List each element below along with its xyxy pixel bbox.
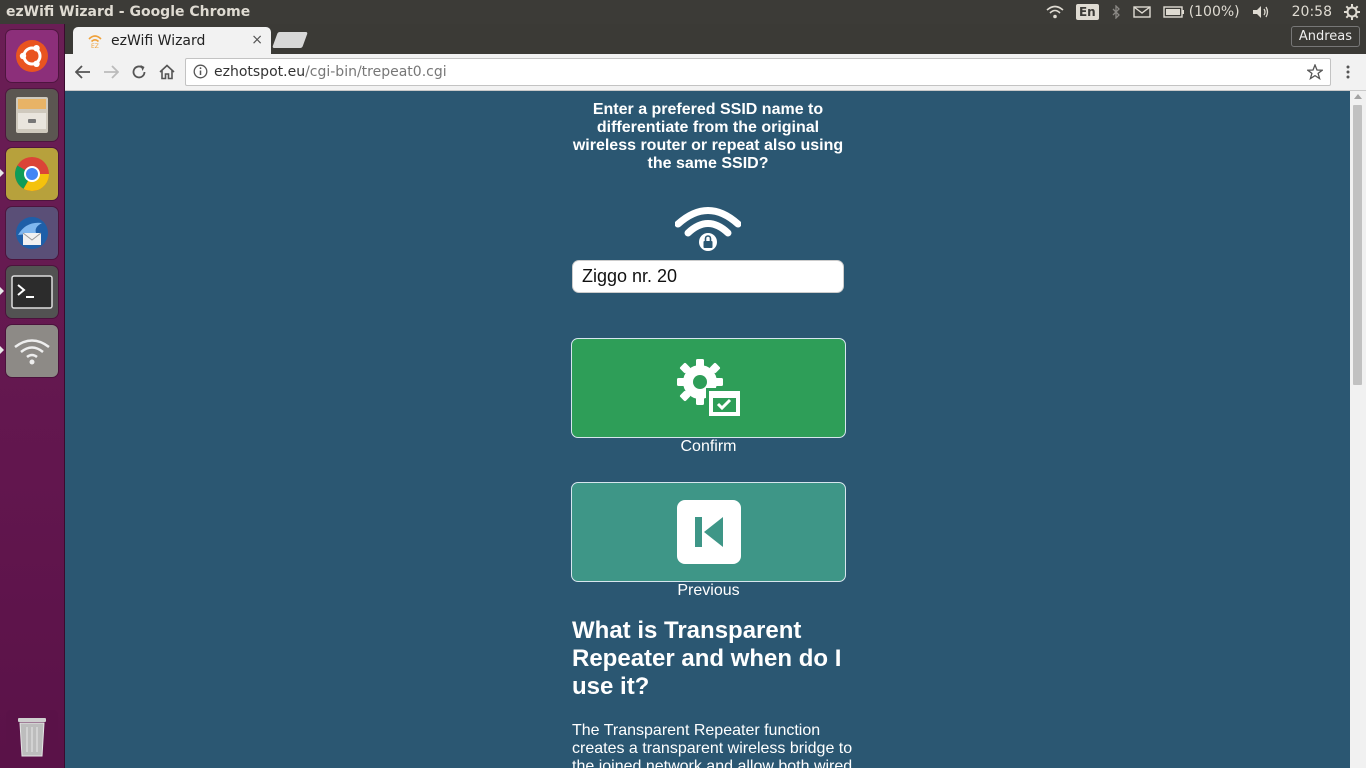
tab-strip: EZ ezWifi Wizard × Andreas [65,24,1366,54]
settings-confirm-icon [676,359,741,417]
browser-toolbar: ezhotspot.eu/cgi-bin/trepeat0.cgi [65,54,1366,91]
svg-text:EZ: EZ [91,43,99,49]
previous-button[interactable] [571,482,846,582]
launcher-chrome[interactable] [6,148,58,200]
favicon-wifi-icon: EZ [88,35,102,49]
confirm-button[interactable] [571,338,846,438]
tab-ezwifi[interactable]: EZ ezWifi Wizard × [73,27,271,54]
url-path: /cgi-bin/trepeat0.cgi [305,64,447,80]
battery-icon [1162,6,1184,18]
tab-close-icon[interactable]: × [251,32,263,48]
terminal-icon [11,275,53,309]
confirm-label: Confirm [680,438,737,455]
launcher-running-pip-2 [0,346,4,354]
launcher-network[interactable] [6,325,58,377]
ssid-input[interactable] [572,260,844,293]
forward-arrow-icon[interactable] [101,62,121,82]
trash-icon [18,718,46,757]
volume-icon[interactable] [1252,5,1270,19]
home-icon[interactable] [157,62,177,82]
chrome-menu-icon[interactable] [1338,62,1358,82]
url-host: ezhotspot.eu [214,64,306,80]
new-tab-button[interactable] [272,32,308,48]
thunderbird-icon [16,217,48,249]
faq-body: The Transparent Repeater function create… [572,722,853,768]
power-gear-icon[interactable] [1344,4,1360,20]
page-scrollbar[interactable] [1350,91,1366,768]
previous-label: Previous [677,582,740,599]
launcher-files[interactable] [6,89,58,141]
indicator-area: En (100%) 20:58 [1034,0,1366,24]
scroll-thumb[interactable] [1353,105,1362,385]
tab-title: ezWifi Wizard [111,33,206,49]
wifi-indicator-icon[interactable] [1046,5,1064,19]
url-text: ezhotspot.eu/cgi-bin/trepeat0.cgi [214,64,447,80]
faq-heading: What is Transparent Repeater and when do… [572,617,842,700]
launcher-running-pip [0,287,4,295]
back-arrow-icon[interactable] [73,62,93,82]
clock[interactable]: 20:58 [1292,4,1332,20]
chrome-icon [15,157,49,191]
scroll-up-arrow-icon[interactable] [1354,94,1362,99]
profile-button[interactable]: Andreas [1290,26,1360,47]
wizard-column: Enter a prefered SSID name to differenti… [571,91,857,768]
wifi-lock-icon [675,207,741,251]
wifi-icon [14,339,50,365]
launcher-thunderbird[interactable] [6,207,58,259]
ubuntu-logo-icon [16,40,48,72]
bookmark-star-icon[interactable] [1307,64,1323,80]
window-title: ezWifi Wizard - Google Chrome [6,4,251,20]
launcher-active-pip [0,169,4,177]
battery-indicator[interactable]: (100%) [1162,4,1240,20]
keyboard-language-indicator[interactable]: En [1075,4,1099,20]
bluetooth-icon[interactable] [1111,5,1121,19]
mail-icon[interactable] [1132,6,1151,18]
address-bar[interactable]: ezhotspot.eu/cgi-bin/trepeat0.cgi [185,58,1331,86]
launcher-ubuntu-dash[interactable] [6,30,58,82]
reload-icon[interactable] [129,62,149,82]
launcher-trash[interactable] [6,710,58,762]
ssid-prompt: Enter a prefered SSID name to differenti… [572,101,844,172]
info-icon[interactable] [193,64,208,79]
file-cabinet-icon [16,97,48,133]
web-page: Enter a prefered SSID name to differenti… [65,91,1350,768]
top-panel: ezWifi Wizard - Google Chrome En (100%) … [0,0,1366,24]
skip-back-icon [676,500,741,564]
language-badge: En [1075,4,1099,20]
launcher [0,24,65,768]
launcher-terminal[interactable] [6,266,58,318]
battery-percent: (100%) [1188,4,1240,20]
